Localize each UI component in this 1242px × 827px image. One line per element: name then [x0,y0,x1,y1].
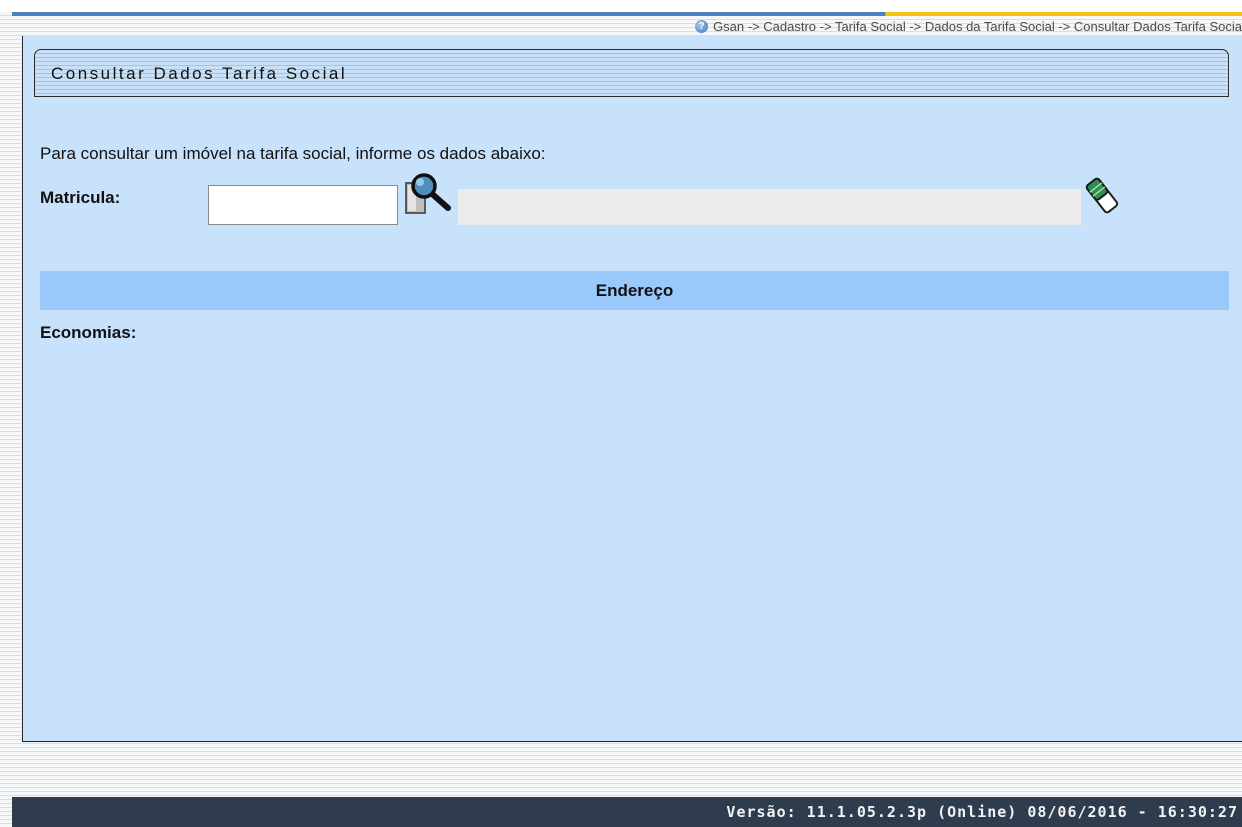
magnifier-search-icon-graphic [405,173,451,214]
breadcrumb-text[interactable]: Gsan -> Cadastro -> Tarifa Social -> Dad… [713,19,1242,34]
version-text: Versão: 11.1.05.2.3p (Online) 08/06/2016… [726,803,1238,821]
matricula-input[interactable] [208,185,398,225]
help-icon[interactable]: ? [695,19,709,33]
breadcrumb: ? Gsan -> Cadastro -> Tarifa Social -> D… [12,16,1242,36]
imovel-description-field [458,189,1081,225]
eraser-icon-graphic [1085,177,1119,214]
version-footer: Versão: 11.1.05.2.3p (Online) 08/06/2016… [12,797,1242,827]
magnifier-search-icon[interactable] [404,172,456,218]
top-margin [0,0,1242,12]
page-title: Consultar Dados Tarifa Social [51,64,348,83]
main-panel: Consultar Dados Tarifa Social Para consu… [22,36,1242,742]
page: { "breadcrumb": { "help_icon": "help-ico… [0,0,1242,827]
eraser-icon[interactable] [1083,174,1123,216]
matricula-label: Matricula: [40,188,121,207]
endereco-section-header: Endereço [40,271,1229,310]
economias-label: Economias: [40,323,137,342]
instruction-text: Para consultar um imóvel na tarifa socia… [40,144,546,163]
